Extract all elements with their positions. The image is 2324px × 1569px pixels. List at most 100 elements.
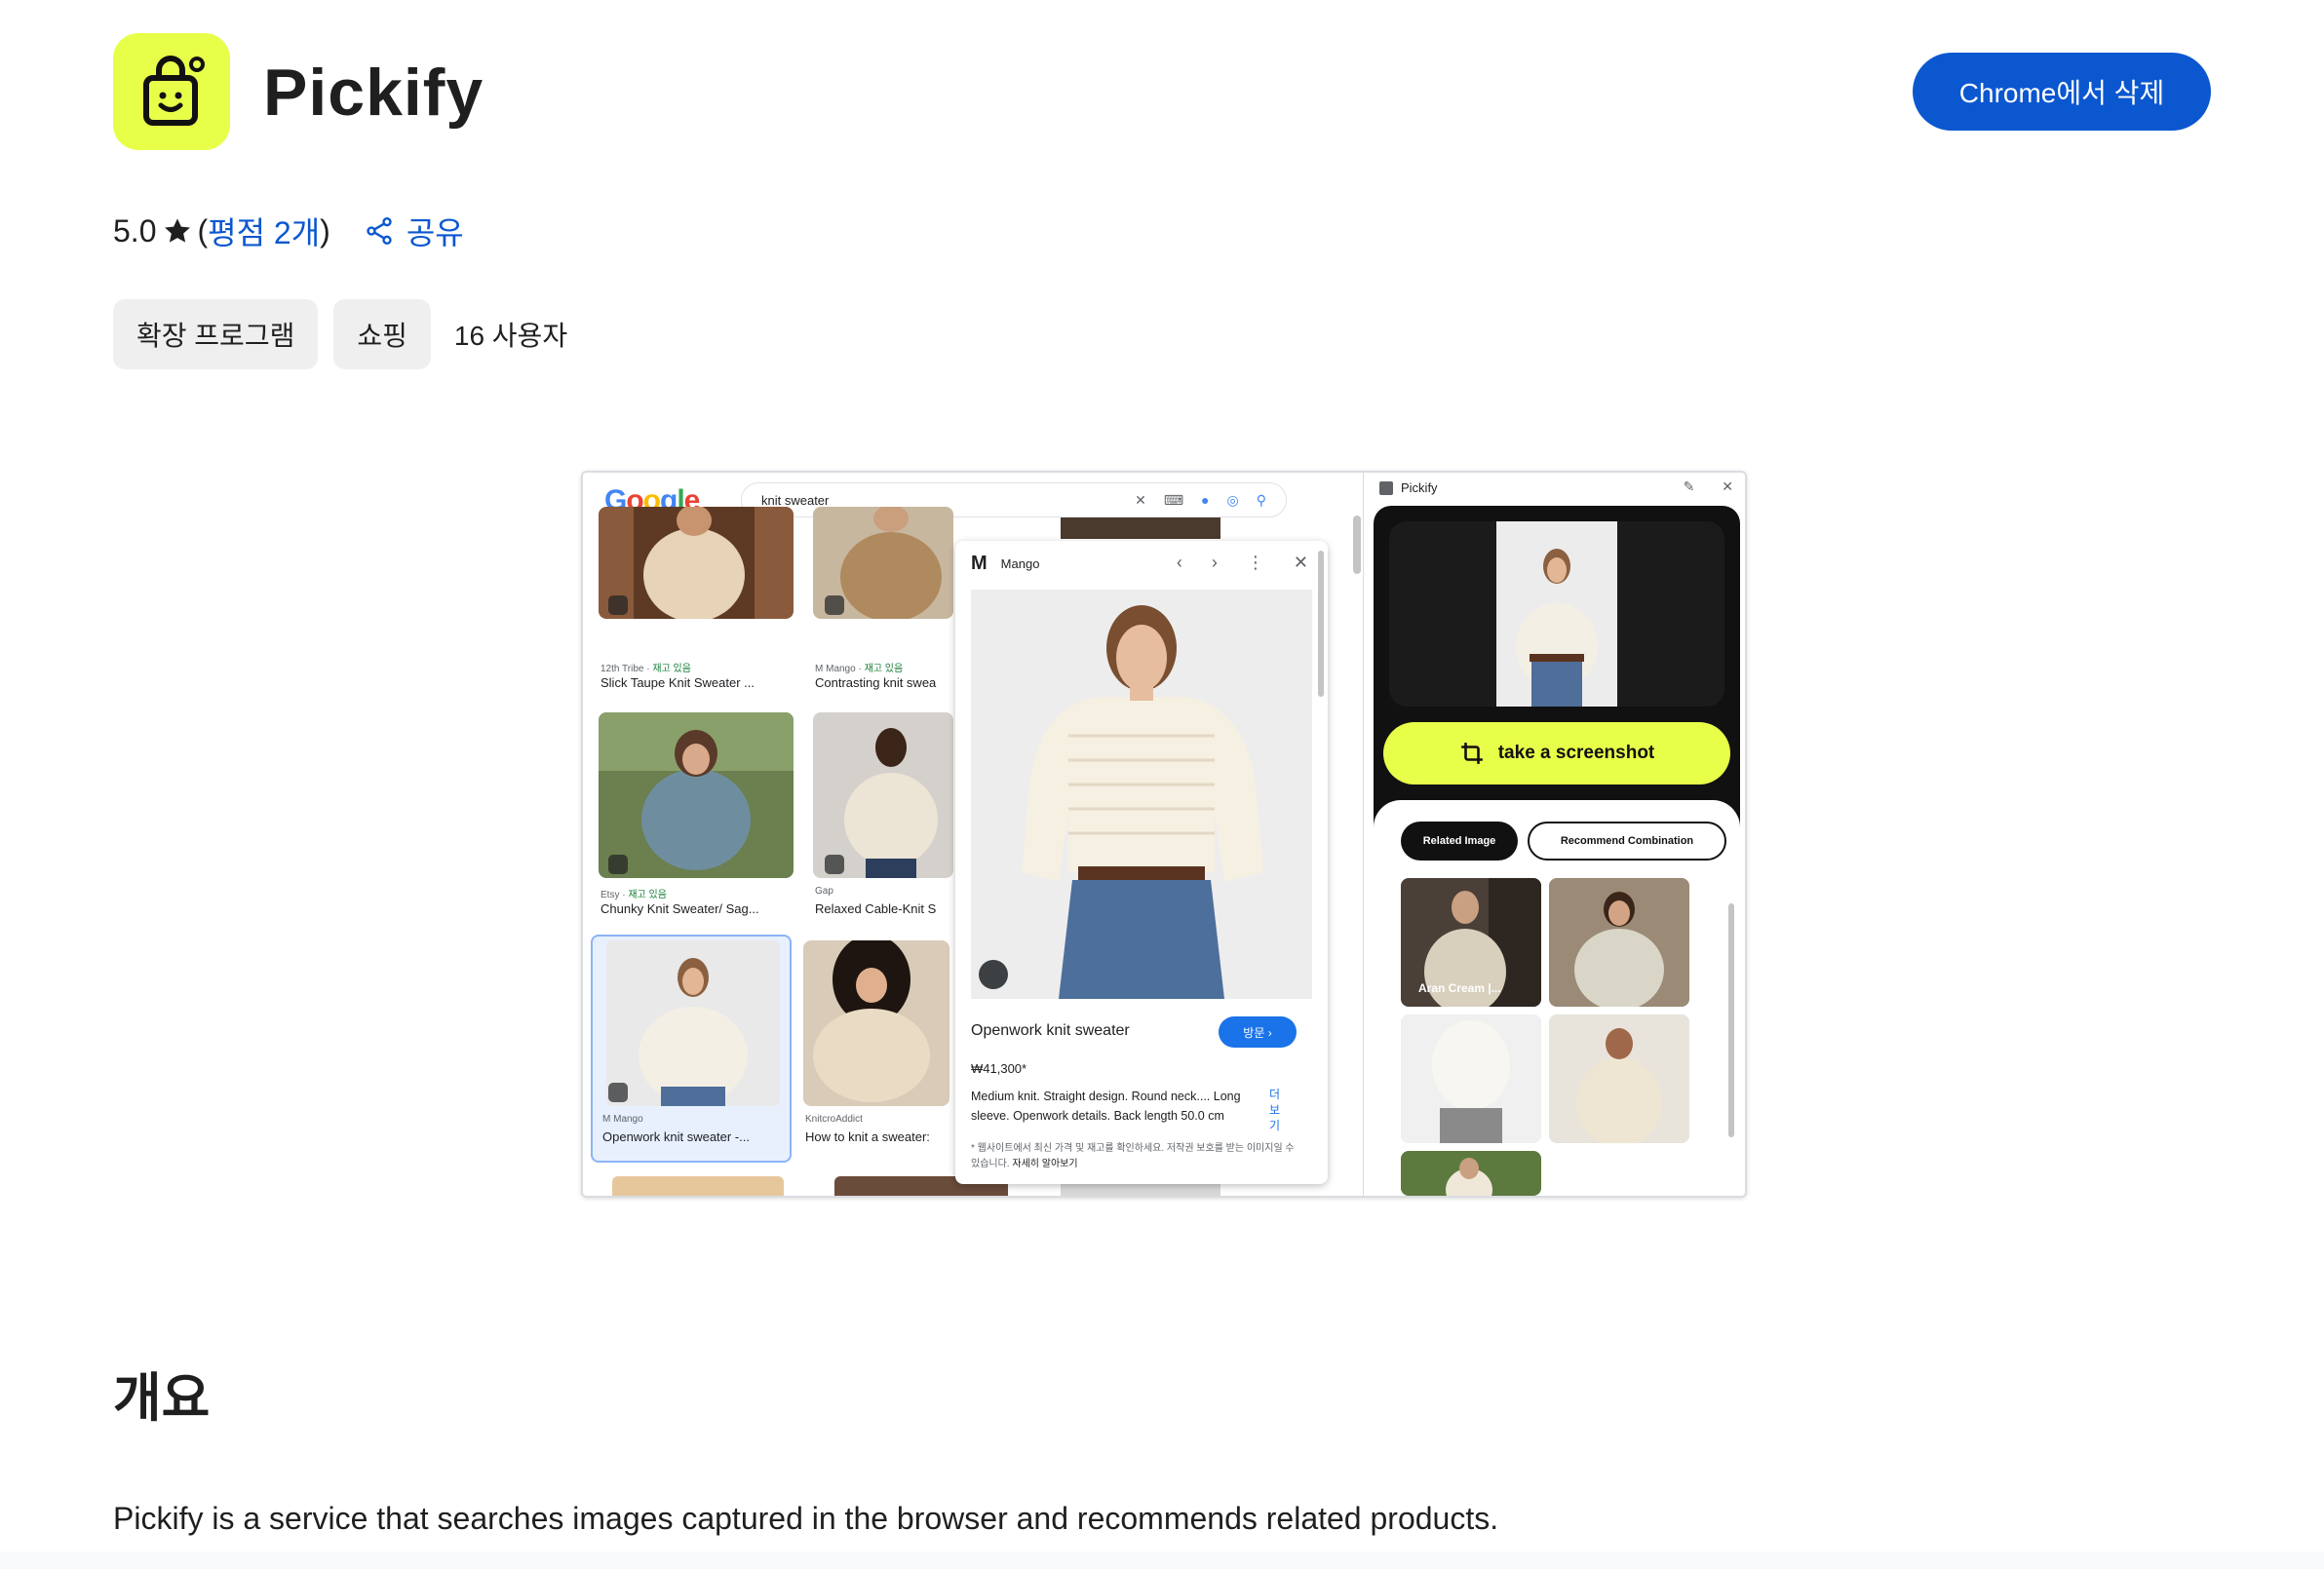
learn-more-link[interactable]: 자세히 알아보기	[1012, 1159, 1077, 1169]
take-screenshot-button[interactable]: take a screenshot	[1383, 722, 1730, 784]
capture-preview	[1389, 521, 1724, 707]
lens-badge-icon	[608, 595, 628, 615]
rating-value: 5.0	[113, 212, 157, 249]
related-image-item[interactable]	[1401, 1014, 1541, 1143]
chip-shopping[interactable]: 쇼핑	[333, 299, 431, 369]
result-card[interactable]	[803, 940, 949, 1106]
side-panel-controls: ✎ ✕	[1660, 478, 1733, 495]
result-card[interactable]	[599, 712, 794, 878]
overview-heading: 개요	[113, 1369, 211, 1428]
result-image	[599, 712, 794, 878]
page-bottom-edge	[0, 1551, 2324, 1569]
results-sheet: Related Image Recommend Combination Aran…	[1374, 800, 1740, 1196]
page-scrollbar[interactable]	[1353, 516, 1361, 574]
result-title[interactable]: Slick Taupe Knit Sweater ...	[600, 675, 755, 690]
lens-badge-icon	[825, 595, 844, 615]
product-title[interactable]: Openwork knit sweater	[971, 1022, 1130, 1040]
store-name: Mango	[1000, 556, 1040, 571]
result-image	[606, 940, 780, 1106]
pickify-small-icon	[1379, 480, 1393, 495]
crop-icon	[1460, 743, 1483, 764]
chip-extension[interactable]: 확장 프로그램	[113, 299, 319, 369]
pin-icon[interactable]: ✎	[1684, 478, 1695, 494]
app-icon	[113, 33, 230, 150]
more-vert-icon[interactable]: ⋮	[1247, 553, 1264, 573]
take-screenshot-label: take a screenshot	[1497, 743, 1655, 763]
close-icon[interactable]: ✕	[1722, 478, 1733, 494]
result-meta: 12th Tribe · 재고 있음	[600, 664, 691, 674]
result-image	[1061, 517, 1220, 539]
star-icon	[165, 218, 191, 243]
related-image-label: Aran Cream |...	[1418, 981, 1501, 995]
more-link[interactable]: 더보기	[1269, 1087, 1283, 1133]
visit-button[interactable]: 방문 ›	[1219, 1016, 1297, 1048]
side-panel-header: Pickify	[1379, 480, 1438, 495]
product-description: Medium knit. Straight design. Round neck…	[971, 1090, 1241, 1123]
clear-icon: ✕	[1135, 491, 1146, 508]
result-meta: Gap	[815, 886, 833, 897]
result-meta: KnitcroAddict	[805, 1114, 863, 1125]
google-images-pane: Google knit sweater ✕ ⌨ ● ◎ ⚲ 12th Tribe…	[583, 473, 1363, 1196]
result-title[interactable]: Contrasting knit swea	[815, 675, 953, 690]
share-label: 공유	[406, 215, 464, 250]
lens-badge-icon	[608, 1083, 628, 1102]
user-count: 16 사용자	[453, 321, 568, 351]
close-icon[interactable]: ✕	[1294, 553, 1308, 573]
rating-count-link[interactable]: 평점 2개	[208, 209, 320, 253]
tab-related-image[interactable]: Related Image	[1401, 822, 1518, 861]
product-price: ₩41,300*	[971, 1061, 1027, 1076]
share-icon	[367, 217, 392, 245]
side-panel-title: Pickify	[1401, 480, 1438, 495]
shopping-bag-icon	[143, 56, 205, 126]
result-image	[612, 1176, 784, 1196]
share-link[interactable]: 공유	[364, 209, 464, 253]
result-meta: M Mango · 재고 있음	[815, 664, 904, 674]
result-image	[803, 940, 949, 1106]
result-tabs: Related Image Recommend Combination	[1401, 822, 1726, 861]
chevron-right-icon[interactable]: ›	[1212, 553, 1218, 573]
result-card[interactable]	[599, 507, 794, 619]
search-icon: ⚲	[1256, 491, 1266, 508]
mic-icon: ●	[1201, 492, 1210, 508]
result-title[interactable]: Openwork knit sweater -...	[602, 1129, 750, 1144]
result-card-selected[interactable]: M Mango Openwork knit sweater -...	[591, 935, 792, 1163]
results-scrollbar[interactable]	[1728, 903, 1734, 1137]
detail-scrollbar[interactable]	[1318, 551, 1324, 697]
rating-open-paren: (	[197, 212, 209, 249]
result-card[interactable]	[813, 712, 953, 878]
tab-recommend-combination[interactable]: Recommend Combination	[1528, 822, 1726, 861]
detail-nav: ‹ › ⋮ ✕	[1147, 553, 1308, 573]
category-chips: 확장 프로그램 쇼핑 16 사용자	[113, 299, 567, 369]
store-header: M Mango	[971, 553, 1039, 575]
rating-close-paren: )	[320, 212, 330, 249]
pickify-side-panel: Pickify ✎ ✕ take a screenshot Related Im…	[1363, 473, 1745, 1196]
result-meta: M Mango	[602, 1114, 643, 1125]
overview-description: Pickify is a service that searches image…	[113, 1501, 1499, 1536]
result-image	[599, 507, 794, 619]
result-title[interactable]: How to knit a sweater:	[805, 1129, 951, 1144]
app-title: Pickify	[263, 56, 484, 130]
search-query: knit sweater	[761, 492, 830, 508]
result-title[interactable]: Relaxed Cable-Knit S	[815, 901, 953, 916]
product-image	[971, 590, 1312, 999]
result-card[interactable]	[813, 507, 953, 619]
result-title[interactable]: Chunky Knit Sweater/ Sag...	[600, 901, 759, 916]
store-logo: M	[971, 553, 988, 574]
related-image-item[interactable]	[1549, 1014, 1689, 1143]
related-image-item[interactable]	[1549, 878, 1689, 1007]
remove-from-chrome-button[interactable]: Chrome에서 삭제	[1913, 53, 2211, 131]
lens-badge-icon	[608, 855, 628, 874]
rating-row: 5.0 ( 평점 2개 ) 공유	[113, 209, 464, 253]
product-detail-panel: M Mango ‹ › ⋮ ✕ Openwork knit sweater 방문…	[955, 541, 1328, 1184]
preview-image	[1496, 521, 1617, 707]
result-meta: Etsy · 재고 있음	[600, 890, 667, 900]
related-image-item[interactable]	[1401, 1151, 1541, 1196]
pickify-app: take a screenshot Related Image Recommen…	[1374, 506, 1740, 1196]
lens-icon: ◎	[1226, 491, 1239, 508]
extension-screenshot[interactable]: Google knit sweater ✕ ⌨ ● ◎ ⚲ 12th Tribe…	[581, 471, 1747, 1198]
price-note: * 웹사이트에서 최신 가격 및 재고를 확인하세요. 저작권 보호를 받는 이…	[971, 1143, 1295, 1169]
result-image	[813, 712, 953, 878]
chevron-left-icon[interactable]: ‹	[1177, 553, 1182, 573]
lens-search-icon[interactable]	[979, 960, 1008, 989]
related-image-item[interactable]: Aran Cream |...	[1401, 878, 1541, 1007]
